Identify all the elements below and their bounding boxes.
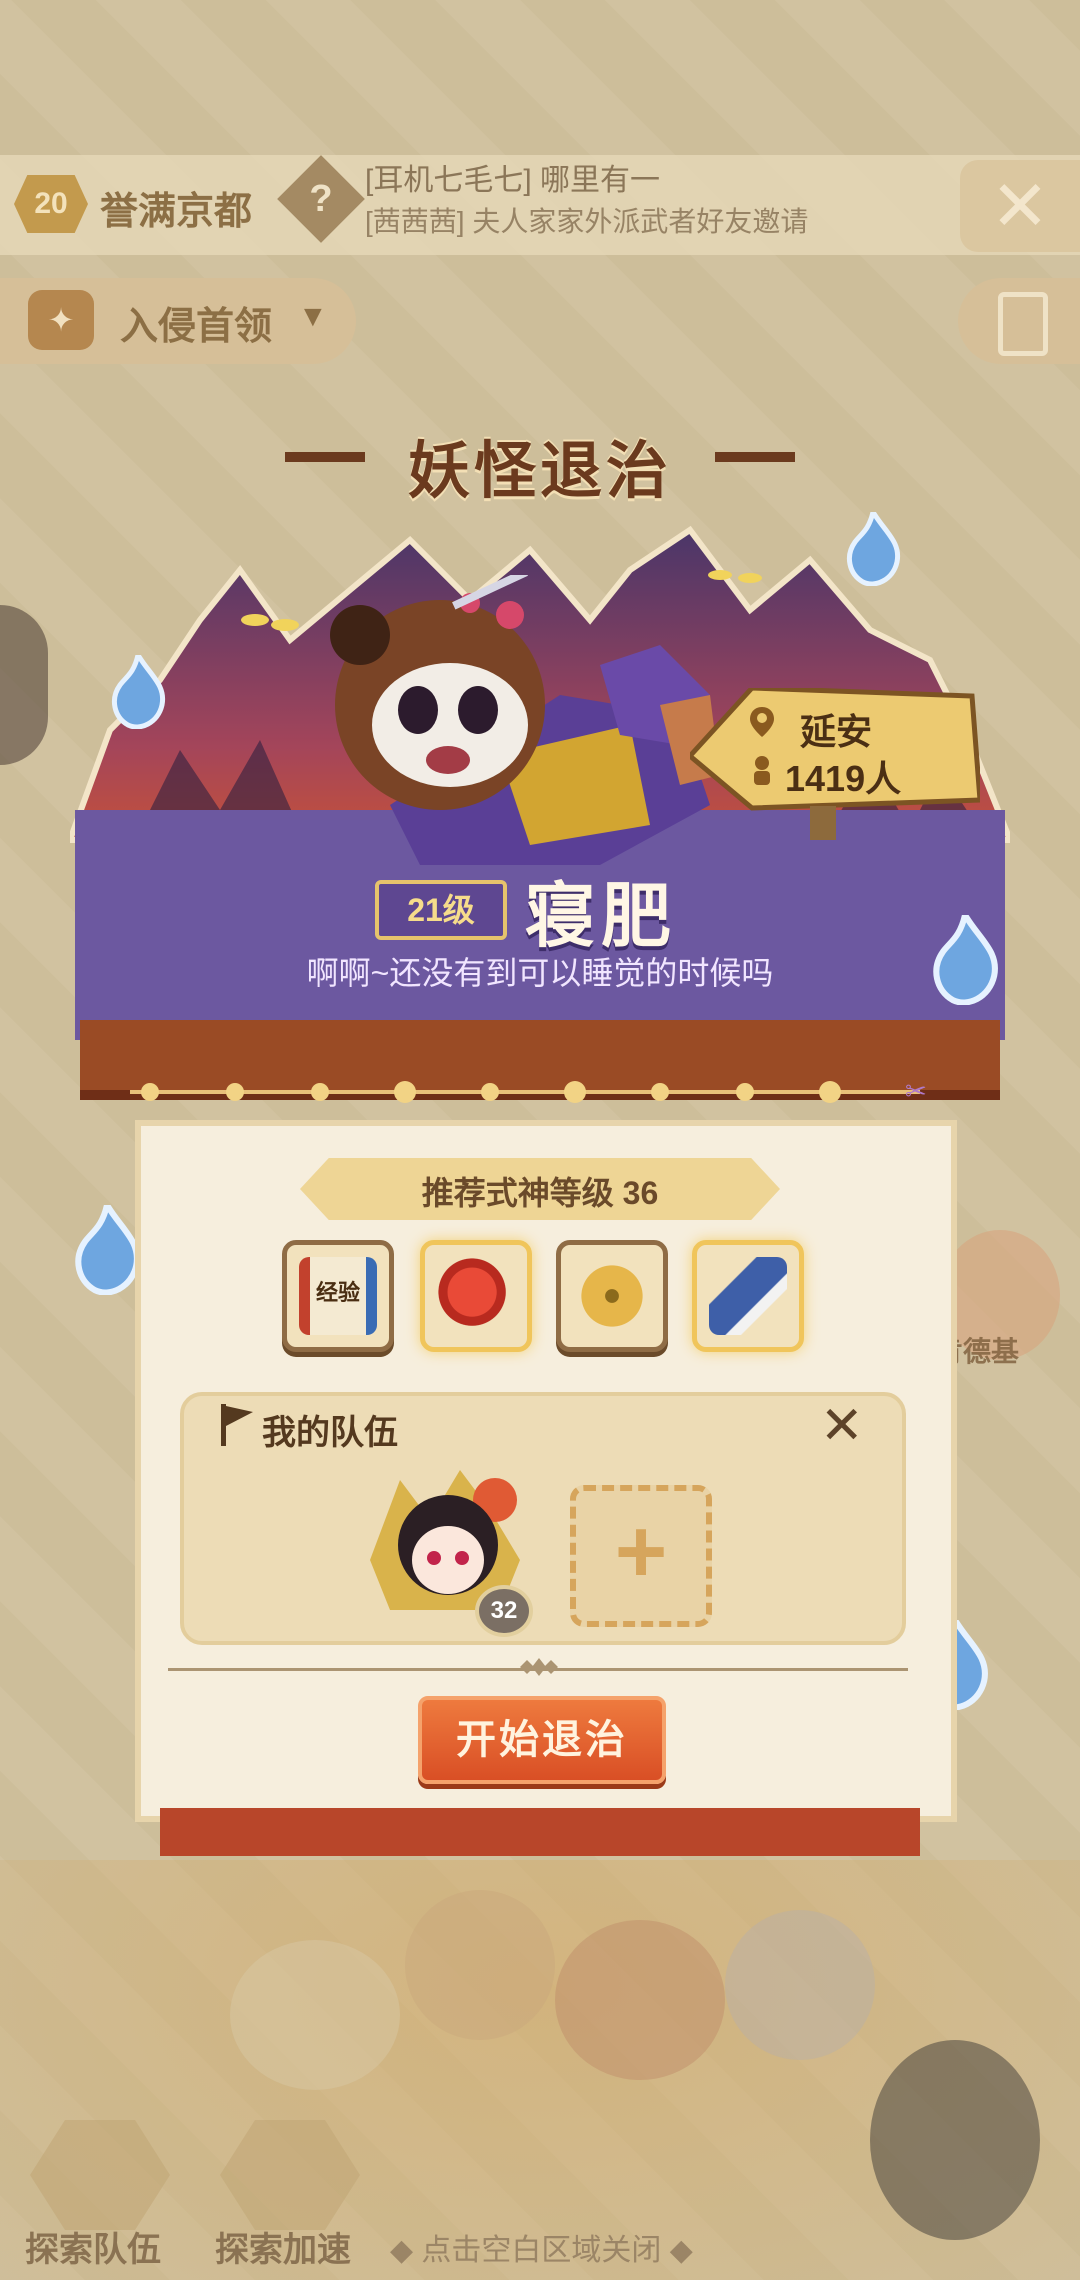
- chevron-down-icon: ▼: [298, 300, 328, 333]
- background-shikigami: [555, 1920, 725, 2080]
- chat-line: [茜茜茜] 夫人家家外派武者好友邀请: [365, 206, 809, 237]
- magatama-icon[interactable]: [420, 1240, 532, 1352]
- close-icon[interactable]: ✕: [820, 1396, 864, 1456]
- ghost-fire-icon: [75, 1205, 140, 1295]
- exp-label: 经验: [315, 1280, 360, 1305]
- exp-scroll-icon[interactable]: 经验: [282, 1240, 394, 1352]
- divider-ornament: [520, 1658, 558, 1676]
- invade-boss-label: 入侵首领: [120, 306, 273, 348]
- chat-line: [耳机七毛七] 哪里有一: [365, 164, 661, 197]
- close-icon[interactable]: ✕: [960, 160, 1080, 252]
- team-title: 我的队伍: [262, 1414, 398, 1452]
- add-member-button[interactable]: +: [570, 1485, 712, 1627]
- close-hint: ◆ 点击空白区域关闭 ◆: [390, 2234, 693, 2267]
- flag-icon: [221, 1404, 253, 1446]
- monster-name: 寝肥: [525, 877, 677, 955]
- explore-speed-label[interactable]: 探索加速: [215, 2222, 351, 2271]
- coin-art: [573, 1257, 651, 1335]
- monster-quote: 啊啊~还没有到可以睡觉的时候吗: [306, 955, 774, 991]
- person-icon: [754, 756, 770, 785]
- panel-title: 妖怪退治: [407, 437, 672, 506]
- list-icon: [998, 292, 1048, 356]
- ghost-fire-icon: [846, 512, 901, 586]
- blue-bird-art: [709, 1257, 787, 1335]
- question-icon: ?: [309, 178, 333, 220]
- kumamon-character: [870, 2040, 1040, 2240]
- recommend-level: 推荐式神等级 36: [421, 1175, 659, 1211]
- card-bottom-edge: [160, 1808, 920, 1856]
- monster-nebutori-illustration: [330, 575, 720, 865]
- start-battle-button[interactable]: 开始退治: [418, 1696, 666, 1784]
- progress-rope: ✂: [130, 1078, 927, 1106]
- help-button[interactable]: ?: [277, 155, 365, 243]
- left-side-character: [0, 605, 48, 765]
- plus-icon: +: [614, 1502, 668, 1602]
- coin-icon[interactable]: [556, 1240, 668, 1352]
- bottom-scene: [0, 1860, 1080, 2280]
- explore-team-label[interactable]: 探索队伍: [25, 2222, 161, 2271]
- region-name: 誉满京都: [100, 191, 253, 233]
- monster-level-badge: 21级: [375, 880, 507, 940]
- chat-ticker[interactable]: [耳机七毛七] 哪里有一 [茜茜茜] 夫人家家外派武者好友邀请: [365, 160, 945, 252]
- svg-text:✂: ✂: [905, 1078, 927, 1106]
- background-shikigami: [405, 1890, 555, 2040]
- region-level-badge: 20: [14, 175, 88, 233]
- shikigami-level-badge: 32: [475, 1585, 533, 1637]
- background-shikigami: [725, 1910, 875, 2060]
- blue-bird-icon[interactable]: [692, 1240, 804, 1352]
- background-shikigami: [230, 1940, 400, 2090]
- boss-icon: ✦: [28, 290, 94, 350]
- ghost-fire-icon: [111, 655, 166, 729]
- player-count: 1419人: [785, 758, 902, 799]
- location-city: 延安: [800, 711, 873, 752]
- ghost-fire-icon: [933, 915, 998, 1005]
- location-pin-icon: [750, 707, 774, 737]
- magatama-art: [437, 1257, 515, 1335]
